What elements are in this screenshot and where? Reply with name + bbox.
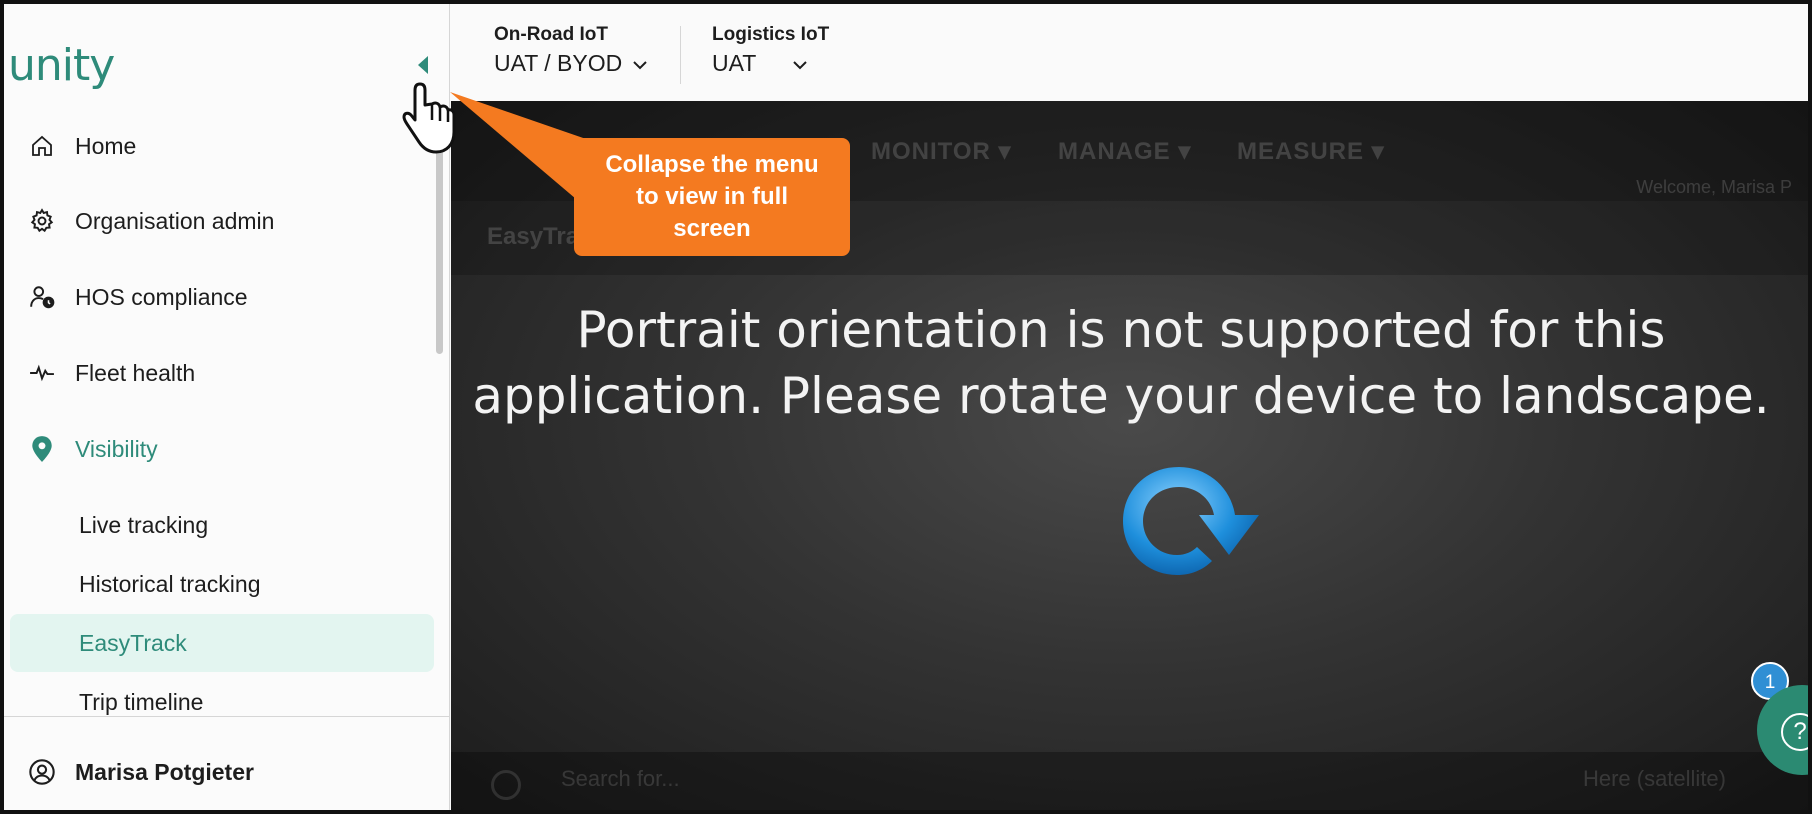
rotate-arrow-icon [1123,467,1259,575]
background-nav-monitor: MONITOR ▾ [871,138,1012,165]
env-value-text: UAT / BYOD [494,50,623,76]
env-value-text: UAT [712,50,757,76]
background-welcome: Welcome, Marisa P [1636,177,1792,197]
sidebar-subitem-easytrack[interactable]: EasyTrack [10,614,434,672]
home-icon [28,132,56,160]
sidebar-subitem-label: Live tracking [79,511,209,538]
sidebar-item-hos-compliance[interactable]: HOS compliance [4,267,434,327]
env-selector-on-road-iot[interactable]: On-Road IoT UAT / BYOD [494,24,648,77]
chevron-down-icon [792,50,808,77]
sidebar-subitem-live-tracking[interactable]: Live tracking [10,496,434,554]
portrait-warning-line1: Portrait orientation is not supported fo… [576,301,1666,359]
user-clock-icon [28,283,56,311]
sidebar-item-organisation-admin[interactable]: Organisation admin [4,191,434,251]
sidebar-item-label: Organisation admin [75,207,275,234]
background-nav-measure: MEASURE ▾ [1237,138,1385,165]
env-title: On-Road IoT [494,24,608,45]
env-value: UAT [712,50,829,77]
callout-line3: screen [673,215,751,242]
sidebar-item-home[interactable]: Home [4,116,434,176]
hand-pointer-icon [402,82,456,154]
topbar-divider [680,26,681,84]
callout-line2: to view in full [635,183,788,210]
sidebar-subitem-label: EasyTrack [79,629,187,656]
sidebar-scrollbar[interactable] [436,144,443,354]
user-profile-button[interactable]: Marisa Potgieter [4,744,450,800]
chevron-down-icon [632,50,648,77]
background-nav-manage: MANAGE ▾ [1058,138,1192,165]
sidebar-subitem-trip-timeline[interactable]: Trip timeline [10,673,434,731]
sidebar: unity Home Organisation admin HOS compli… [4,4,450,810]
sidebar-subitem-label: Trip timeline [79,688,204,715]
user-name: Marisa Potgieter [75,758,254,785]
topbar: On-Road IoT UAT / BYOD Logistics IoT UAT [451,4,1808,101]
env-value: UAT / BYOD [494,50,648,77]
collapse-menu-button[interactable] [418,56,428,74]
gear-icon [28,207,56,235]
sidebar-item-label: Visibility [75,435,158,462]
location-pin-icon [28,435,56,463]
pulse-icon [28,359,56,387]
env-selector-logistics-iot[interactable]: Logistics IoT UAT [712,24,829,77]
sidebar-subitem-historical-tracking[interactable]: Historical tracking [10,555,434,613]
env-title: Logistics IoT [712,24,830,45]
tutorial-callout: Collapse the menu to view in full screen [574,138,850,256]
callout-line1: Collapse the menu [605,151,819,178]
sidebar-item-label: HOS compliance [75,283,248,310]
sidebar-item-label: Fleet health [75,359,196,386]
help-icon: ? [1781,713,1808,751]
sidebar-divider [4,716,450,717]
background-toolbar-icon [491,770,521,800]
sidebar-subitem-label: Historical tracking [79,570,261,597]
portrait-warning-line2: application. Please rotate your device t… [472,367,1770,425]
sidebar-item-label: Home [75,132,137,159]
background-toolbar: Search for... Here (satellite) [451,752,1808,810]
sidebar-item-fleet-health[interactable]: Fleet health [4,343,434,403]
background-search: Search for... [561,766,680,791]
app-frame: unity Home Organisation admin HOS compli… [0,0,1812,814]
background-subtitle: EasyTra [487,223,580,250]
app-logo[interactable]: unity [8,40,115,91]
background-map-type: Here (satellite) [1582,766,1726,791]
portrait-warning: Portrait orientation is not supported fo… [451,297,1808,429]
user-circle-icon [28,758,56,786]
sidebar-item-visibility[interactable]: Visibility [4,419,434,479]
